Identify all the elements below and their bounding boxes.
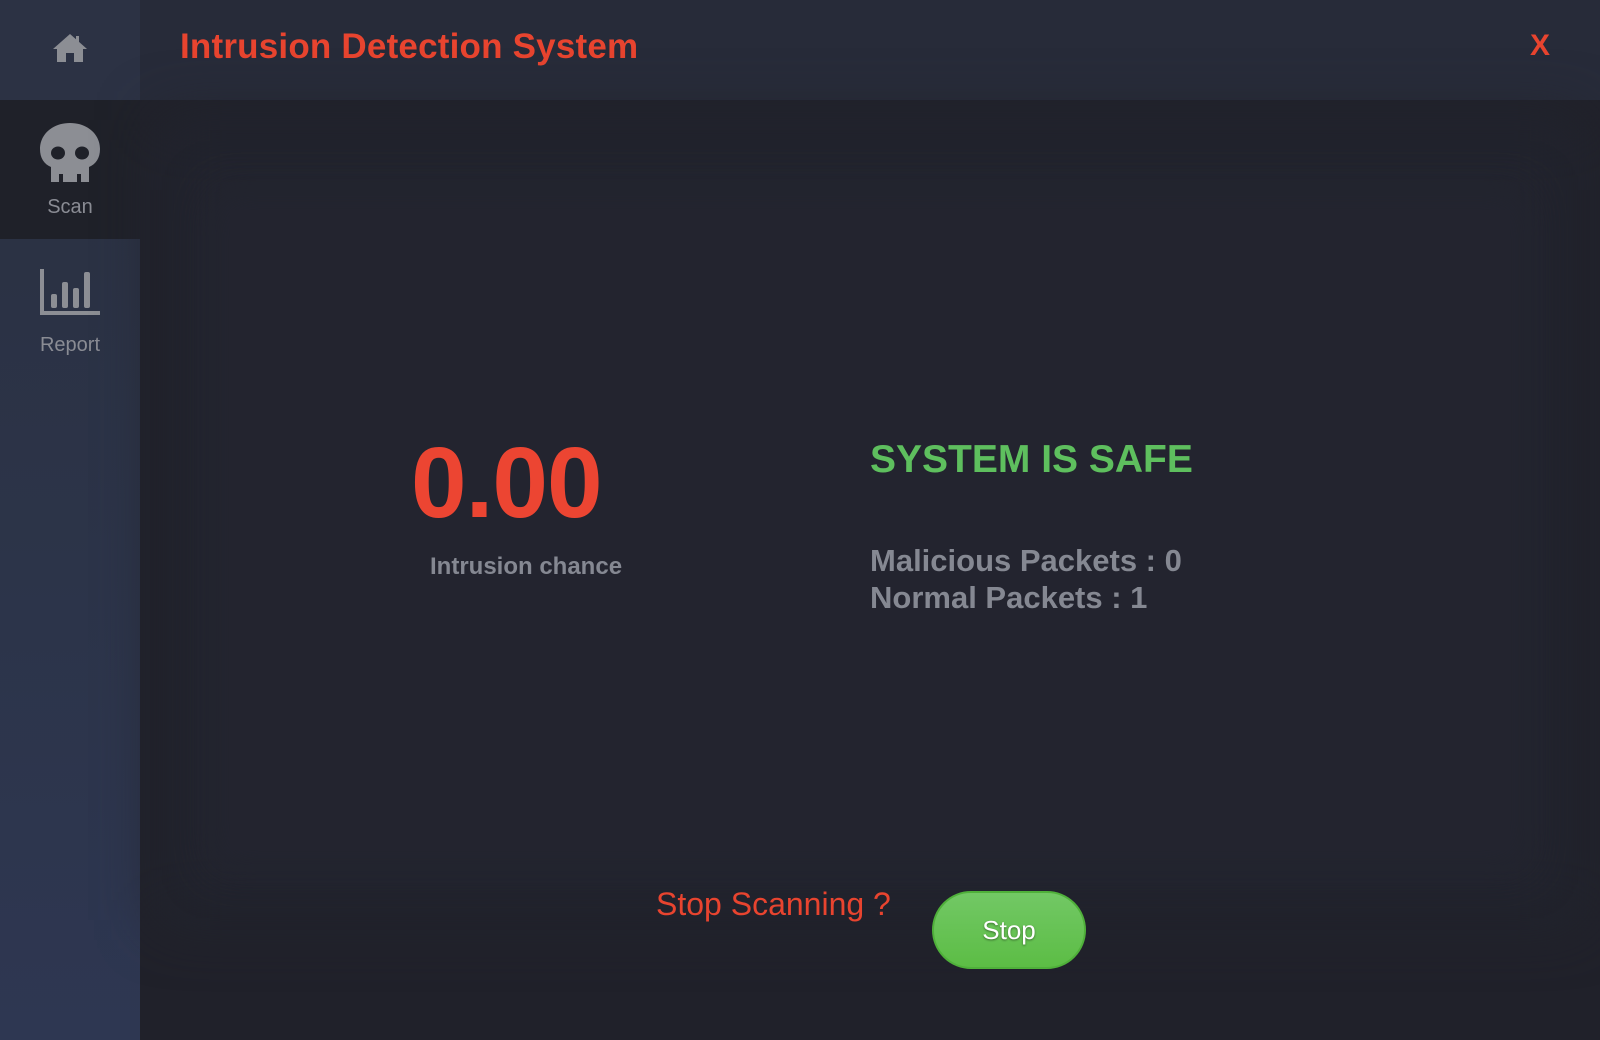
sidebar-item-scan[interactable]: Scan bbox=[0, 100, 140, 239]
skull-icon bbox=[39, 122, 101, 189]
bar-chart-icon bbox=[39, 269, 101, 320]
intrusion-chance-value: 0.00 bbox=[411, 427, 603, 539]
close-button[interactable]: X bbox=[1530, 29, 1550, 63]
malicious-packets-count: Malicious Packets : 0 bbox=[870, 543, 1182, 578]
intrusion-chance-label: Intrusion chance bbox=[430, 553, 623, 580]
home-icon bbox=[51, 32, 89, 69]
sidebar-item-label: Report bbox=[39, 334, 101, 356]
normal-packets-count: Normal Packets : 1 bbox=[870, 580, 1148, 615]
header: Intrusion Detection System X bbox=[140, 0, 1600, 100]
home-button[interactable] bbox=[0, 0, 140, 100]
stop-button[interactable]: Stop bbox=[932, 891, 1086, 969]
page-title: Intrusion Detection System bbox=[180, 27, 639, 66]
main-content: 0.00 Intrusion chance SYSTEM IS SAFE Mal… bbox=[140, 100, 1600, 1040]
sidebar-item-report[interactable]: Report bbox=[0, 239, 140, 378]
stop-scanning-prompt: Stop Scanning ? bbox=[656, 886, 891, 922]
sidebar: Scan Report bbox=[0, 0, 140, 1040]
system-status: SYSTEM IS SAFE bbox=[870, 438, 1193, 481]
sidebar-item-label: Scan bbox=[47, 196, 93, 218]
scan-panel: 0.00 Intrusion chance SYSTEM IS SAFE Mal… bbox=[230, 210, 1510, 850]
